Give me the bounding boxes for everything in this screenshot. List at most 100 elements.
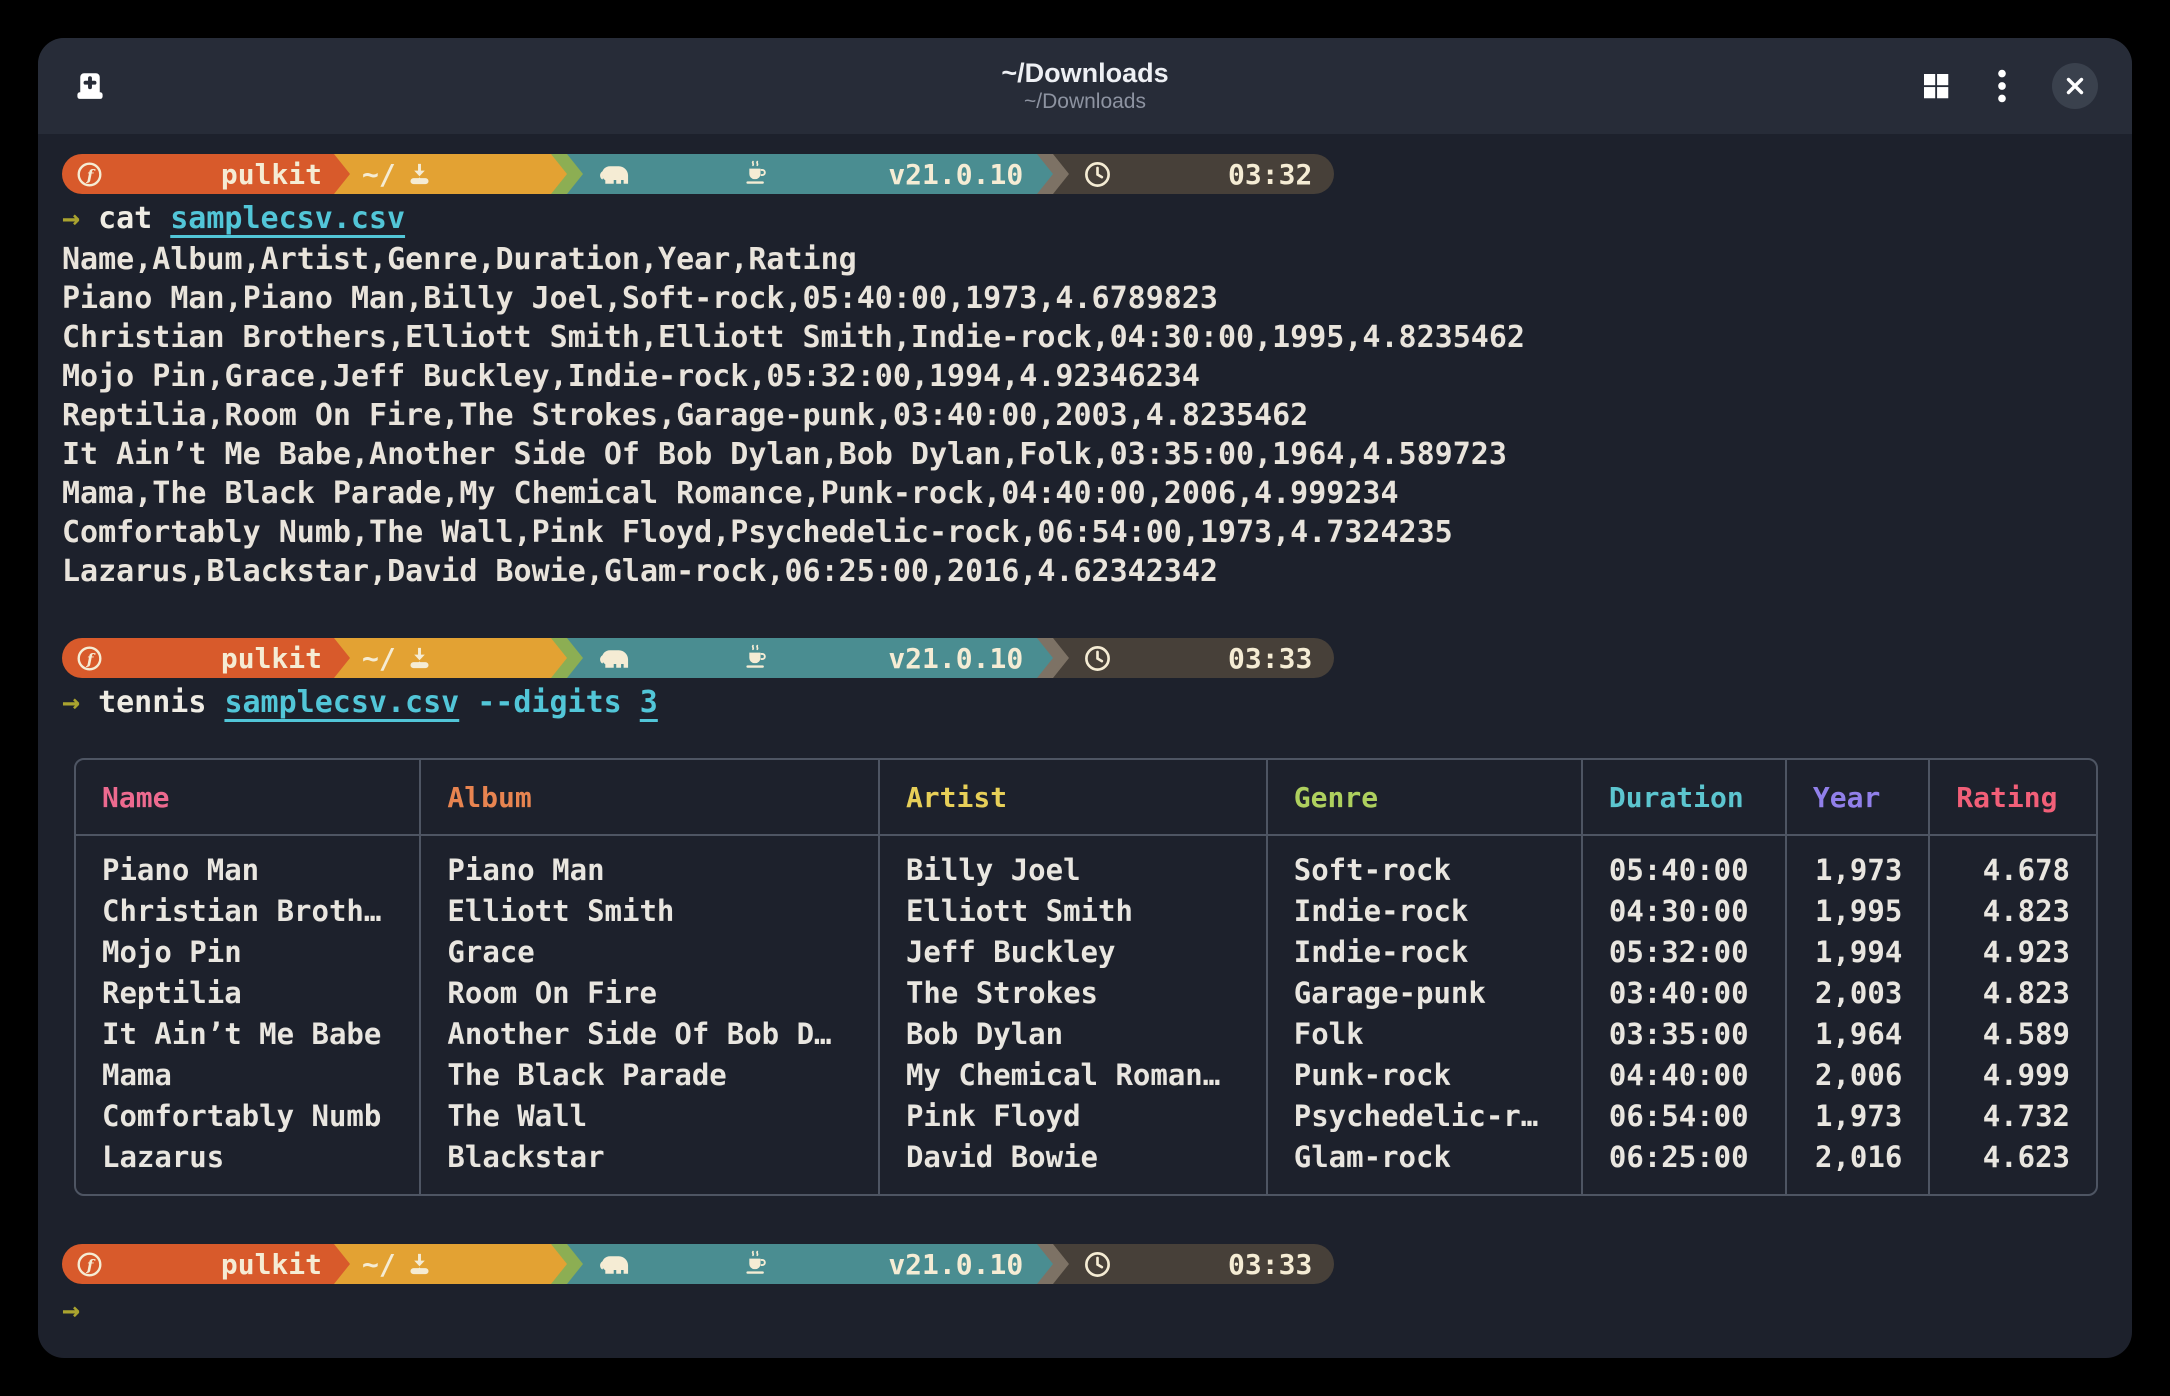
- table-cell: Piano Man: [76, 836, 421, 891]
- download-tray-icon: [406, 579, 541, 738]
- table-cell: 05:32:00: [1583, 932, 1787, 973]
- table-cell: The Wall: [421, 1096, 880, 1137]
- table-cell: Folk: [1268, 1014, 1583, 1055]
- table-cell: 1,994: [1787, 932, 1930, 973]
- powerline-prompt: f pulkit ~/: [62, 1244, 2108, 1284]
- table-cell: Jeff Buckley: [880, 932, 1268, 973]
- table-cell: Reptilia: [76, 973, 421, 1014]
- table-body: Piano ManPiano ManBilly JoelSoft-rock05:…: [76, 836, 2096, 1194]
- table-cell: Pink Floyd: [880, 1096, 1268, 1137]
- table-cell: 04:30:00: [1583, 891, 1787, 932]
- table-cell: 1,964: [1787, 1014, 1930, 1055]
- svg-text:f: f: [86, 166, 96, 184]
- clock-icon: [1083, 1184, 1218, 1345]
- table-cell: 03:40:00: [1583, 973, 1787, 1014]
- download-tray-icon: [406, 95, 541, 254]
- prompt-time-segment: 03:32: [1053, 154, 1334, 194]
- prompt-user-segment: f pulkit: [62, 154, 334, 194]
- table-cell: 4.623: [1930, 1137, 2096, 1194]
- coffee-cup-icon: [743, 578, 878, 738]
- elephant-icon: [599, 95, 734, 253]
- table-cell: Mama: [76, 1055, 421, 1096]
- prompt-time: 03:33: [1228, 642, 1312, 675]
- column-header-year: Year: [1787, 760, 1930, 834]
- column-header-name: Name: [76, 760, 421, 834]
- table-cell: 4.732: [1930, 1096, 2096, 1137]
- prompt-path-segment: ~/: [334, 638, 551, 678]
- csv-line: It Ain’t Me Babe,Another Side Of Bob Dyl…: [62, 435, 2108, 474]
- table-cell: 2,006: [1787, 1055, 1930, 1096]
- close-icon[interactable]: [2052, 63, 2098, 109]
- table-cell: Psychedelic-r…: [1268, 1096, 1583, 1137]
- window-title: ~/Downloads: [1001, 57, 1168, 89]
- powerline-prompt: f pulkit ~/: [62, 638, 2108, 678]
- table-cell: Punk-rock: [1268, 1055, 1583, 1096]
- csv-line: Piano Man,Piano Man,Billy Joel,Soft-rock…: [62, 279, 2108, 318]
- table-cell: Piano Man: [421, 836, 880, 891]
- svg-text:f: f: [86, 1256, 96, 1274]
- table-cell: The Black Parade: [421, 1055, 880, 1096]
- table-cell: Mojo Pin: [76, 932, 421, 973]
- table-cell: Glam-rock: [1268, 1137, 1583, 1194]
- kebab-menu-icon[interactable]: [1996, 69, 2008, 103]
- table-cell: 4.923: [1930, 932, 2096, 973]
- table-cell: My Chemical Roman…: [880, 1055, 1268, 1096]
- prompt-slot: f pulkit ~/: [62, 1244, 2108, 1284]
- prompt-version-segment: v21.0.10: [567, 1244, 1038, 1284]
- table-cell: 1,973: [1787, 836, 1930, 891]
- prompt-slot: f pulkit ~/: [62, 638, 2108, 678]
- prompt-time: 03:33: [1228, 1248, 1312, 1281]
- column-header-rating: Rating: [1930, 760, 2096, 834]
- prompt-user-segment: f pulkit: [62, 1244, 334, 1284]
- prompt-path-segment: ~/: [334, 154, 551, 194]
- prompt-version-segment: v21.0.10: [567, 638, 1038, 678]
- table-cell: Christian Broth…: [76, 891, 421, 932]
- table-cell: Billy Joel: [880, 836, 1268, 891]
- csv-line: Comfortably Numb,The Wall,Pink Floyd,Psy…: [62, 513, 2108, 552]
- table-cell: 1,995: [1787, 891, 1930, 932]
- grid-view-icon[interactable]: [1920, 70, 1952, 102]
- table-cell: 4.678: [1930, 836, 2096, 891]
- csv-output: Name,Album,Artist,Genre,Duration,Year,Ra…: [62, 240, 2108, 591]
- prompt-path-segment: ~/: [334, 1244, 551, 1284]
- fedora-icon: f: [76, 1185, 211, 1344]
- csv-line: Christian Brothers,Elliott Smith,Elliott…: [62, 318, 2108, 357]
- table-cell: Elliott Smith: [880, 891, 1268, 932]
- table-cell: 1,973: [1787, 1096, 1930, 1137]
- table-cell: Grace: [421, 932, 880, 973]
- download-tray-icon: [406, 1185, 541, 1344]
- fedora-icon: f: [76, 579, 211, 738]
- table-cell: 4.823: [1930, 891, 2096, 932]
- coffee-cup-icon: [743, 1184, 878, 1344]
- table-cell: Elliott Smith: [421, 891, 880, 932]
- terminal-window: ~/Downloads ~/Downloads: [38, 38, 2132, 1358]
- prompt-version-text: v21.0.10: [888, 158, 1023, 191]
- clock-icon: [1083, 94, 1218, 255]
- elephant-icon: [599, 579, 734, 737]
- table-cell: 03:35:00: [1583, 1014, 1787, 1055]
- powerline-prompt: f pulkit ~/: [62, 154, 2108, 194]
- clock-icon: [1083, 578, 1218, 739]
- prompt-time: 03:32: [1228, 158, 1312, 191]
- table-cell: 06:25:00: [1583, 1137, 1787, 1194]
- csv-line: Mojo Pin,Grace,Jeff Buckley,Indie-rock,0…: [62, 357, 2108, 396]
- table-cell: Indie-rock: [1268, 891, 1583, 932]
- table-cell: Room On Fire: [421, 973, 880, 1014]
- column-header-duration: Duration: [1583, 760, 1787, 834]
- coffee-cup-icon: [743, 94, 878, 254]
- fedora-icon: f: [76, 95, 211, 254]
- table-cell: 4.823: [1930, 973, 2096, 1014]
- table-cell: Garage-punk: [1268, 973, 1583, 1014]
- prompt-path-text: ~/: [362, 1248, 396, 1281]
- prompt-username: pulkit: [221, 158, 322, 191]
- prompt-time-segment: 03:33: [1053, 638, 1334, 678]
- table-cell: Another Side Of Bob D…: [421, 1014, 880, 1055]
- elephant-icon: [599, 1185, 734, 1343]
- table-cell: 06:54:00: [1583, 1096, 1787, 1137]
- table-cell: 05:40:00: [1583, 836, 1787, 891]
- svg-text:f: f: [86, 650, 96, 668]
- table-cell: It Ain’t Me Babe: [76, 1014, 421, 1055]
- prompt-time-segment: 03:33: [1053, 1244, 1334, 1284]
- csv-line: Reptilia,Room On Fire,The Strokes,Garage…: [62, 396, 2108, 435]
- prompt-version-segment: v21.0.10: [567, 154, 1038, 194]
